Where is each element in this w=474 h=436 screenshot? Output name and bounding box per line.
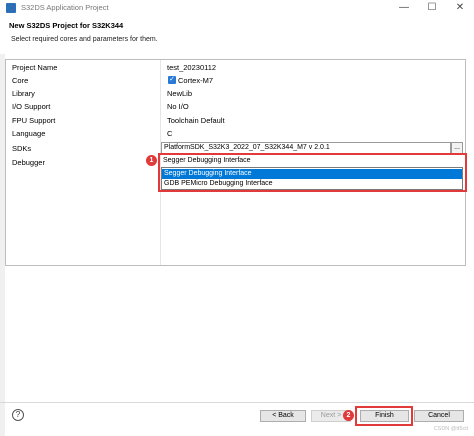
- window-title: S32DS Application Project: [21, 3, 109, 12]
- sdk-value: PlatformSDK_S32K3_2022_07_S32K344_M7 v 2…: [164, 144, 330, 151]
- minimize-button[interactable]: —: [390, 0, 418, 16]
- footer-separator: [0, 402, 474, 403]
- core-value: Cortex-M7: [178, 76, 214, 85]
- io-support-label: I/O Support: [12, 102, 51, 111]
- fpu-support-label: FPU Support: [12, 116, 56, 125]
- debugger-highlight-box: [158, 153, 467, 192]
- language-label: Language: [12, 129, 46, 138]
- row-project-name: Project Name test_20230112: [6, 61, 465, 74]
- dialog-description: Select required cores and parameters for…: [11, 36, 158, 43]
- annotation-marker-1: 1: [146, 155, 157, 166]
- debugger-label: Debugger: [12, 158, 45, 167]
- row-fpu-support: FPU Support Toolchain Default: [6, 114, 465, 127]
- cancel-button[interactable]: Cancel: [414, 410, 464, 422]
- dialog-header: New S32DS Project for S32K344 Select req…: [0, 16, 474, 54]
- project-name-value[interactable]: test_20230112: [167, 63, 216, 72]
- back-button[interactable]: < Back: [260, 410, 306, 422]
- watermark: CSDN @tt5cit: [433, 426, 468, 432]
- row-library: Library NewLib: [6, 87, 465, 100]
- checkbox-checked-icon[interactable]: ✓: [168, 76, 176, 84]
- project-name-label: Project Name: [12, 63, 58, 72]
- library-label: Library: [12, 89, 35, 98]
- library-value[interactable]: NewLib: [167, 89, 192, 98]
- s32ds-app-icon: [6, 3, 16, 13]
- close-window-button[interactable]: ✕: [446, 0, 474, 16]
- dialog-title: New S32DS Project for S32K344: [9, 21, 124, 30]
- title-bar: S32DS Application Project — ☐ ✕: [0, 0, 474, 16]
- language-value[interactable]: C: [167, 129, 172, 138]
- annotation-marker-2: 2: [343, 410, 354, 421]
- row-io-support: I/O Support No I/O: [6, 100, 465, 113]
- row-core: Core ✓ Cortex-M7: [6, 74, 465, 87]
- fpu-support-value[interactable]: Toolchain Default: [167, 116, 225, 125]
- maximize-button[interactable]: ☐: [418, 0, 446, 16]
- help-icon[interactable]: ?: [12, 409, 24, 421]
- io-support-value[interactable]: No I/O: [167, 102, 189, 111]
- row-language: Language C: [6, 127, 465, 140]
- core-label: Core: [12, 76, 29, 85]
- finish-button[interactable]: Finish: [360, 410, 409, 422]
- sdks-label: SDKs: [12, 144, 32, 153]
